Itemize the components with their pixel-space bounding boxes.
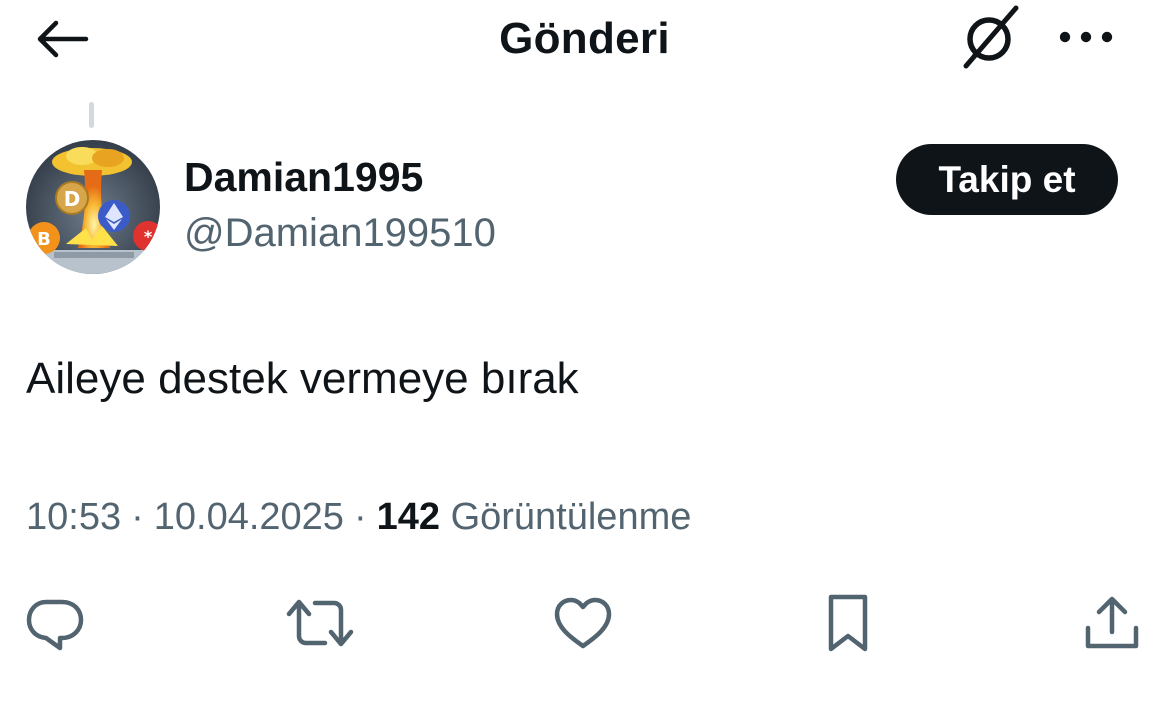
separator-dot: · [131, 496, 144, 538]
author-handle[interactable]: @Damian199510 [184, 211, 496, 256]
thread-connector-line [89, 102, 94, 128]
reply-button[interactable] [20, 590, 90, 656]
repost-button[interactable] [285, 590, 355, 656]
views-count: 142 [376, 496, 440, 538]
share-button[interactable] [1077, 590, 1147, 656]
grok-icon [963, 5, 1019, 69]
follow-button[interactable]: Takip et [896, 144, 1118, 215]
bookmark-button[interactable] [813, 590, 883, 656]
views-label: Görüntülenme [450, 496, 692, 538]
svg-text:*: * [144, 227, 153, 246]
post-metadata: 10:53 · 10.04.2025 · 142 Görüntülenme [26, 496, 691, 539]
post-time[interactable]: 10:53 [26, 496, 121, 538]
bookmark-icon [828, 594, 868, 652]
svg-text:D: D [64, 187, 81, 211]
grok-button[interactable] [954, 4, 1024, 70]
crypto-explosion-avatar-image: D B * [26, 140, 160, 274]
more-button[interactable] [1052, 14, 1120, 60]
svg-text:B: B [37, 229, 51, 250]
more-horizontal-icon [1059, 31, 1113, 43]
separator-dot: · [353, 496, 367, 538]
heart-icon [554, 597, 612, 649]
post-text: Aileye destek vermeye bırak [26, 354, 579, 403]
post-date[interactable]: 10.04.2025 [154, 496, 344, 538]
like-button[interactable] [548, 590, 618, 656]
repost-icon [286, 599, 354, 647]
top-bar: Gönderi [0, 0, 1169, 80]
author-display-name[interactable]: Damian1995 [184, 154, 423, 201]
reply-icon [26, 599, 84, 651]
avatar[interactable]: D B * [26, 140, 160, 274]
share-icon [1085, 596, 1139, 649]
